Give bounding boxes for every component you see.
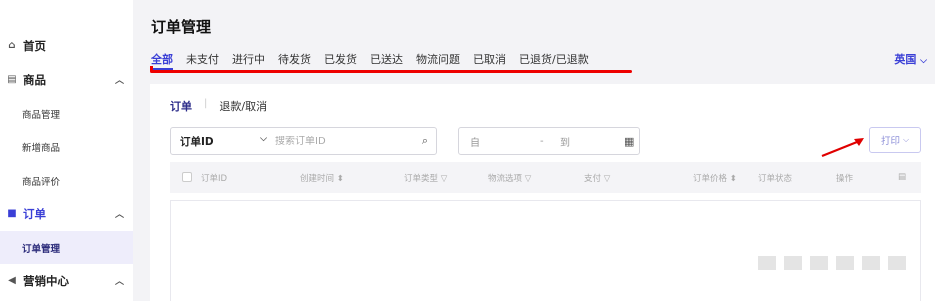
filter-icon: ▽ xyxy=(440,174,448,184)
print-label: 打印 xyxy=(880,136,900,147)
chevron-down-icon: ⌵ xyxy=(902,135,910,144)
page-header: 订单管理 全部 未支付 进行中 待发货 已发货 已送达 物流问题 已取消 已退货… xyxy=(133,0,935,80)
sidebar-item-label: 营销中心 xyxy=(23,273,69,288)
sidebar-subitem-label: 新增商品 xyxy=(22,142,61,154)
search-input[interactable] xyxy=(273,135,414,147)
column-payment[interactable]: 支付 ▽ xyxy=(584,172,610,184)
sidebar-subitem-order-management[interactable]: 订单管理 xyxy=(0,231,133,264)
tab-in-progress[interactable]: 进行中 xyxy=(232,51,265,70)
chevron-down-icon: ⌵ xyxy=(920,56,927,66)
table-body xyxy=(170,200,921,301)
filter-icon: ▽ xyxy=(603,174,611,184)
sidebar-item-label: 订单 xyxy=(23,206,46,221)
sort-icon: ⬍ xyxy=(729,174,737,184)
sidebar-subitem-product-reviews[interactable]: 商品评价 xyxy=(0,164,133,197)
sidebar-item-orders[interactable]: ■ 订单 ︿ xyxy=(0,197,133,230)
sidebar: ⌂ 首页 ▤ 商品 ︿ 商品管理 新增商品 商品评价 ■ 订单 ︿ 订单管理 ◀… xyxy=(0,0,133,301)
tab-shipped[interactable]: 已发货 xyxy=(324,51,357,70)
search-filter: 订单ID ⌵ ⌕ xyxy=(170,127,437,155)
column-logistics[interactable]: 物流选项 ▽ xyxy=(488,172,531,184)
tab-delivered[interactable]: 已送达 xyxy=(370,51,403,70)
select-value: 订单ID xyxy=(180,135,214,148)
product-icon: ▤ xyxy=(7,74,17,85)
annotation-underline xyxy=(150,66,632,73)
tab-unpaid[interactable]: 未支付 xyxy=(186,51,219,70)
sidebar-subitem-label: 商品管理 xyxy=(22,109,61,121)
sidebar-subitem-new-product[interactable]: 新增商品 xyxy=(0,130,133,163)
subtab-divider: | xyxy=(204,98,208,109)
sidebar-item-home[interactable]: ⌂ 首页 xyxy=(0,29,133,62)
language-label: 英国 xyxy=(894,53,917,66)
column-order-price[interactable]: 订单价格 ⬍ xyxy=(693,172,737,184)
chevron-up-icon: ︿ xyxy=(114,210,124,220)
date-to: 到 xyxy=(560,137,570,149)
column-created-time[interactable]: 创建时间 ⬍ xyxy=(300,172,344,184)
column-settings-icon[interactable]: ▤ xyxy=(898,172,906,182)
table-header: 订单ID 创建时间 ⬍ 订单类型 ▽ 物流选项 ▽ 支付 ▽ 订单价格 ⬍ 订单… xyxy=(170,162,921,193)
search-field-select[interactable]: 订单ID ⌵ xyxy=(171,134,273,149)
date-range-picker[interactable]: 自 - 到 ▦ xyxy=(458,127,640,155)
annotation-arrow xyxy=(821,138,864,158)
watermark xyxy=(758,256,906,270)
tab-to-ship[interactable]: 待发货 xyxy=(278,51,311,70)
column-order-type[interactable]: 订单类型 ▽ xyxy=(404,172,447,184)
column-order-status: 订单状态 xyxy=(758,174,793,184)
column-actions: 操作 xyxy=(836,174,854,184)
filter-icon: ▽ xyxy=(524,174,532,184)
subtab-orders[interactable]: 订单 xyxy=(170,98,192,114)
order-status-tabs: 全部 未支付 进行中 待发货 已发货 已送达 物流问题 已取消 已退货/已退款 xyxy=(151,51,602,70)
column-order-id: 订单ID xyxy=(201,174,228,184)
sidebar-item-label: 首页 xyxy=(23,38,46,53)
date-from: 自 xyxy=(470,137,480,149)
tab-returned-refunded[interactable]: 已退货/已退款 xyxy=(519,51,589,70)
subtab-refund-cancel[interactable]: 退款/取消 xyxy=(219,98,267,114)
sidebar-item-products[interactable]: ▤ 商品 ︿ xyxy=(0,63,133,96)
order-subtabs: 订单 | 退款/取消 xyxy=(170,98,267,114)
chevron-down-icon: ⌵ xyxy=(260,133,267,144)
search-icon[interactable]: ⌕ xyxy=(414,134,436,148)
tab-cancelled[interactable]: 已取消 xyxy=(473,51,506,70)
megaphone-icon: ◀ xyxy=(8,275,16,286)
select-all-checkbox[interactable] xyxy=(182,172,192,182)
home-icon: ⌂ xyxy=(8,40,16,51)
sidebar-item-marketing[interactable]: ◀ 营销中心 ︿ xyxy=(0,264,133,297)
sidebar-subitem-product-management[interactable]: 商品管理 xyxy=(0,97,133,130)
sidebar-subitem-label: 商品评价 xyxy=(22,176,61,188)
chevron-up-icon: ︿ xyxy=(114,76,124,86)
sort-icon: ⬍ xyxy=(336,174,344,184)
sidebar-item-label: 商品 xyxy=(23,72,46,87)
print-button[interactable]: 打印 ⌵ xyxy=(869,127,921,153)
date-separator: - xyxy=(540,135,544,147)
tab-all[interactable]: 全部 xyxy=(151,51,173,70)
language-selector[interactable]: 英国 ⌵ xyxy=(894,51,927,67)
calendar-icon: ▦ xyxy=(624,134,635,148)
tab-logistics-issue[interactable]: 物流问题 xyxy=(416,51,460,70)
chevron-up-icon: ︿ xyxy=(114,277,124,287)
sidebar-subitem-label: 订单管理 xyxy=(22,243,61,255)
order-icon: ■ xyxy=(7,208,17,219)
page-title: 订单管理 xyxy=(151,18,212,36)
